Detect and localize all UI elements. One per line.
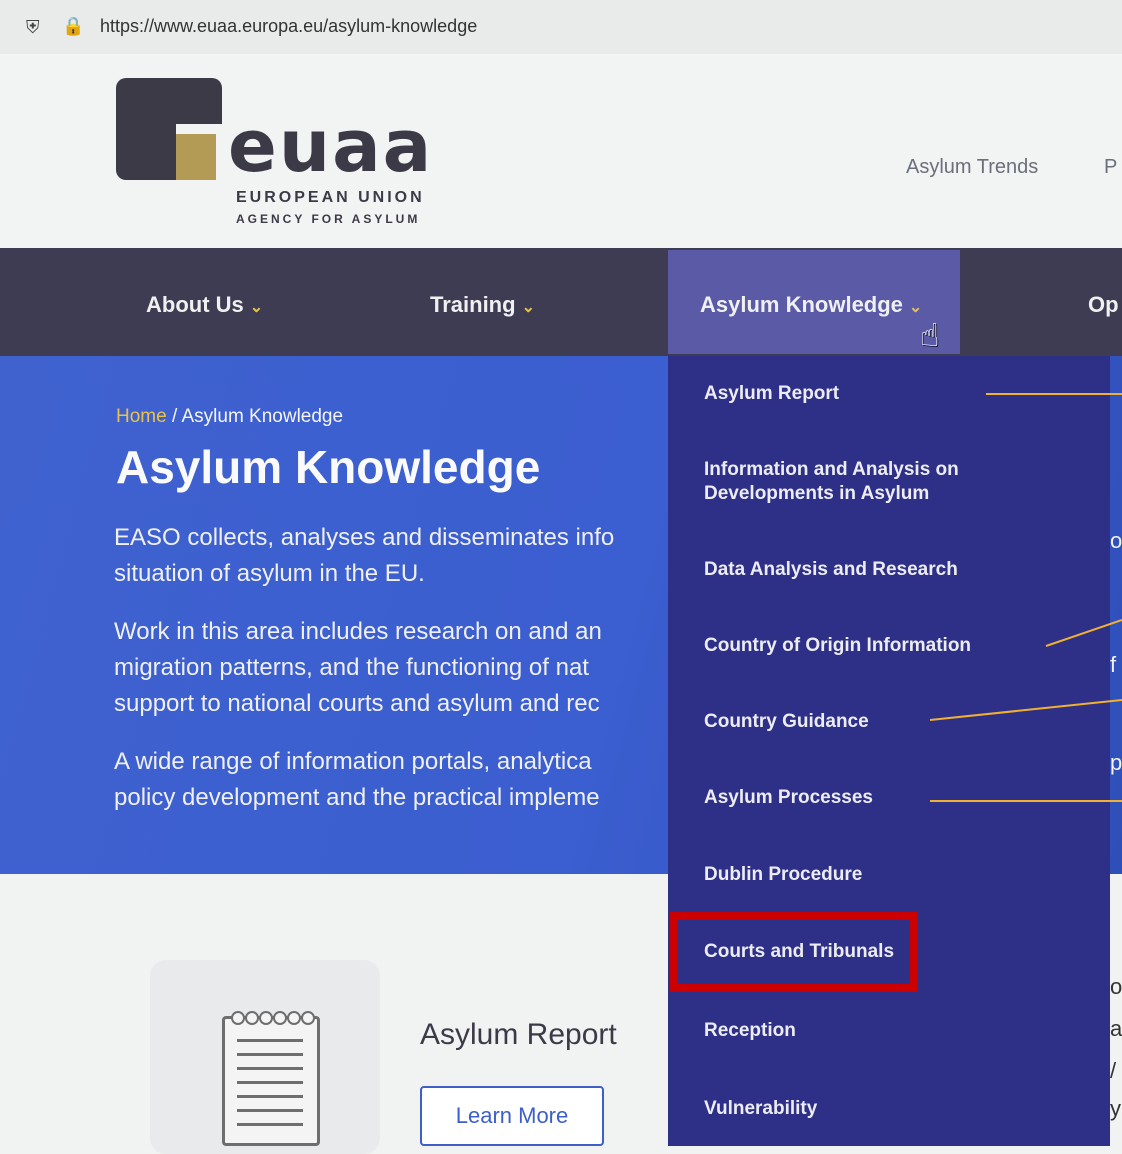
connector-line bbox=[929, 699, 1122, 721]
hand-cursor-icon: ☝ bbox=[920, 316, 940, 354]
connector-line bbox=[1045, 619, 1122, 647]
annotation-connectors bbox=[929, 393, 1122, 802]
